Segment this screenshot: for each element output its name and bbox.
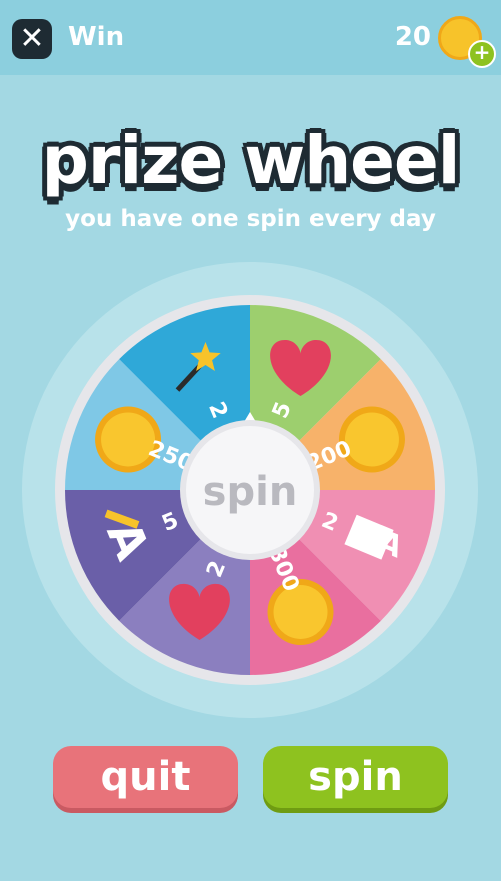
coin-icon: [267, 578, 334, 645]
center-spin-label: spin: [203, 469, 298, 515]
coin-icon: [338, 406, 405, 473]
coin-icon: [95, 406, 162, 473]
spin-button[interactable]: spin: [263, 746, 448, 808]
quit-button[interactable]: quit: [53, 746, 238, 808]
